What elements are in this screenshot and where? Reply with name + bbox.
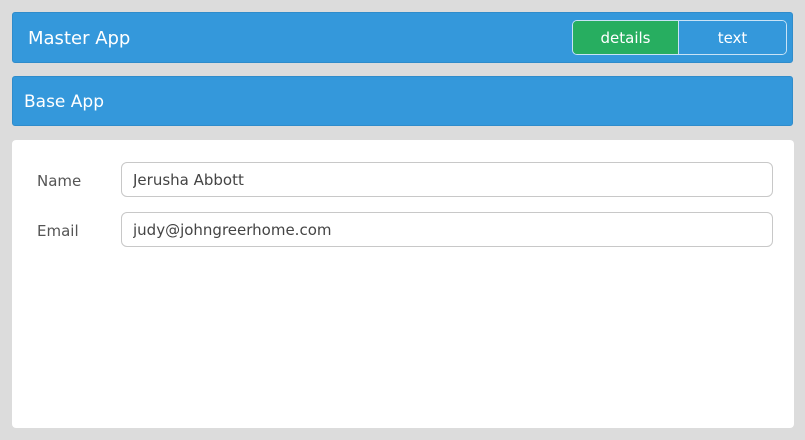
name-label: Name [37,172,82,190]
base-app-title: Base App [24,92,105,112]
text-tab[interactable]: text [679,21,786,54]
email-label: Email [37,222,79,240]
name-field[interactable] [121,162,773,197]
base-app-header: Base App [12,76,793,126]
email-field[interactable] [121,212,773,247]
master-app-title: Master App [28,28,131,49]
form-panel: Name Email [12,140,794,428]
details-tab[interactable]: details [573,21,679,54]
view-toggle: details text [572,20,787,55]
master-app-header: Master App details text [12,12,793,63]
